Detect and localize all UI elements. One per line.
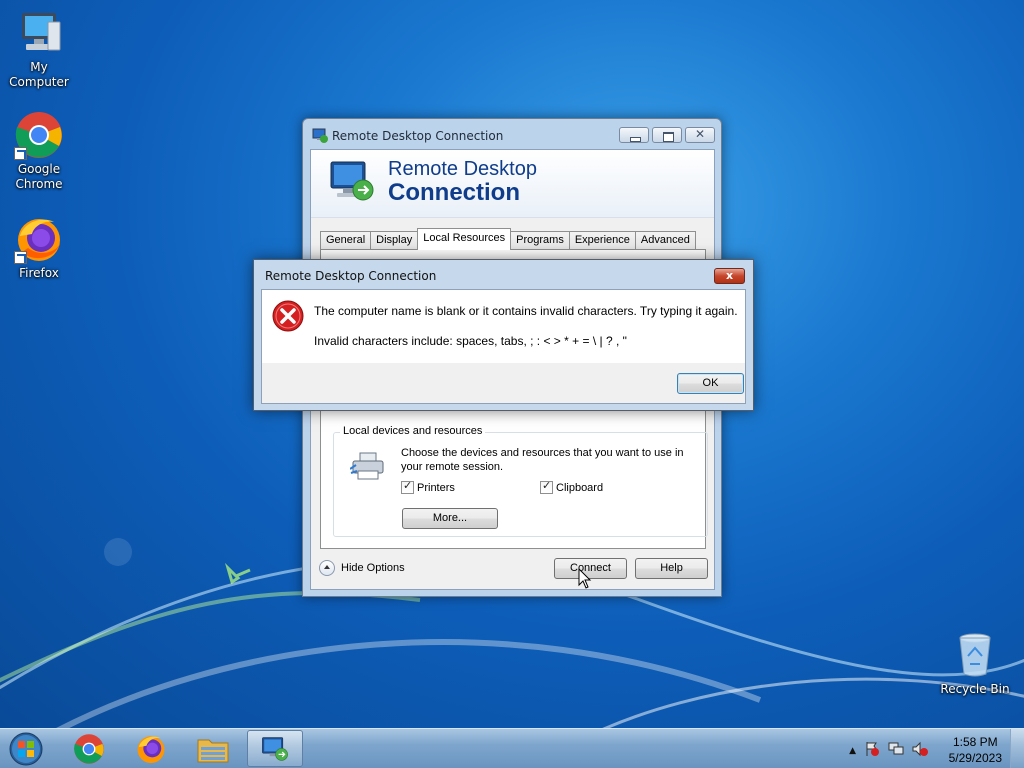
hide-options-toggle[interactable]: Hide Options bbox=[319, 560, 405, 576]
collapse-arrow-icon bbox=[319, 560, 335, 576]
tab-experience[interactable]: Experience bbox=[568, 231, 636, 250]
taskbar-chrome[interactable] bbox=[61, 730, 117, 767]
taskbar-firefox[interactable] bbox=[123, 730, 179, 767]
clock-time: 1:58 PM bbox=[952, 735, 998, 749]
show-desktop-button[interactable] bbox=[1010, 729, 1024, 768]
error-detail: Invalid characters include: spaces, tabs… bbox=[314, 334, 627, 348]
tab-display[interactable]: Display bbox=[370, 231, 419, 250]
tab-strip: General Display Local Resources Programs… bbox=[320, 228, 696, 250]
error-message-area: The computer name is blank or it contain… bbox=[262, 290, 745, 363]
volume-muted-icon[interactable] bbox=[912, 741, 928, 760]
ok-button[interactable]: OK bbox=[677, 373, 744, 394]
folder-icon bbox=[197, 739, 229, 762]
local-devices-group: Local devices and resources Choose the d… bbox=[333, 425, 708, 537]
error-icon bbox=[272, 300, 304, 332]
desktop-icon-firefox[interactable]: Firefox bbox=[0, 214, 78, 281]
group-legend: Local devices and resources bbox=[340, 425, 486, 437]
banner-title-line1: Remote Desktop bbox=[388, 158, 537, 180]
clipboard-label: Clipboard bbox=[556, 481, 604, 494]
desktop-icon-label: My Computer bbox=[9, 60, 69, 89]
taskbar-remote-desktop[interactable] bbox=[247, 730, 303, 767]
mouse-cursor-icon bbox=[578, 568, 592, 589]
firefox-icon bbox=[14, 214, 64, 264]
computer-icon bbox=[14, 8, 64, 58]
clipboard-checkbox[interactable]: Clipboard bbox=[540, 479, 604, 494]
rdc-titlebar[interactable]: Remote Desktop Connection bbox=[303, 119, 721, 149]
printers-checkbox[interactable]: Printers bbox=[401, 479, 455, 494]
error-close-button[interactable]: x bbox=[714, 268, 745, 284]
network-icon[interactable] bbox=[888, 741, 904, 760]
system-tray: ▲ bbox=[849, 741, 928, 760]
start-button[interactable] bbox=[6, 731, 46, 767]
error-dialog-client: The computer name is blank or it contain… bbox=[261, 289, 746, 404]
error-message: The computer name is blank or it contain… bbox=[314, 304, 738, 318]
group-description: Choose the devices and resources that yo… bbox=[401, 447, 684, 473]
tab-local-resources[interactable]: Local Resources bbox=[417, 228, 512, 250]
minimize-button[interactable] bbox=[619, 127, 649, 143]
desktop-icon-label: Google Chrome bbox=[15, 162, 63, 191]
desktop-icon-my-computer[interactable]: My Computer bbox=[0, 8, 78, 90]
action-center-flag-icon[interactable] bbox=[864, 741, 880, 760]
error-dialog-title: Remote Desktop Connection bbox=[265, 269, 437, 283]
remote-desktop-icon bbox=[262, 736, 288, 761]
maximize-button[interactable] bbox=[652, 127, 682, 143]
taskbar: ▲ 1:58 PM 5/29/2023 bbox=[0, 728, 1024, 768]
tab-programs[interactable]: Programs bbox=[510, 231, 570, 250]
chrome-icon bbox=[14, 110, 64, 160]
tab-advanced[interactable]: Advanced bbox=[634, 231, 696, 250]
desktop-icon-recycle-bin[interactable]: Recycle Bin bbox=[936, 630, 1014, 697]
chrome-icon bbox=[74, 733, 104, 764]
checkbox-checked-icon bbox=[401, 479, 414, 494]
clock[interactable]: 1:58 PM 5/29/2023 bbox=[949, 734, 1002, 766]
close-button[interactable] bbox=[685, 127, 715, 143]
help-button[interactable]: Help bbox=[635, 558, 708, 579]
error-dialog: Remote Desktop Connection x The computer… bbox=[253, 259, 754, 411]
devices-icon bbox=[349, 451, 386, 481]
shortcut-arrow-icon bbox=[14, 251, 27, 264]
tab-general[interactable]: General bbox=[320, 231, 372, 250]
hide-options-label: Hide Options bbox=[341, 562, 405, 574]
desktop-icon-google-chrome[interactable]: Google Chrome bbox=[0, 110, 78, 192]
show-hidden-icons-icon[interactable]: ▲ bbox=[849, 746, 856, 756]
shortcut-arrow-icon bbox=[14, 147, 27, 160]
desktop-icon-label: Recycle Bin bbox=[940, 682, 1010, 696]
taskbar-explorer[interactable] bbox=[185, 730, 241, 767]
rdc-banner: Remote Desktop Connection bbox=[311, 150, 714, 218]
remote-desktop-icon bbox=[312, 127, 328, 143]
printers-label: Printers bbox=[417, 481, 455, 494]
banner-title-line2: Connection bbox=[388, 179, 520, 206]
firefox-icon bbox=[137, 735, 165, 763]
recycle-bin-icon bbox=[950, 630, 1000, 680]
desktop-icon-label: Firefox bbox=[19, 266, 59, 280]
checkbox-checked-icon bbox=[540, 479, 553, 494]
rdc-title: Remote Desktop Connection bbox=[332, 129, 504, 143]
more-button[interactable]: More... bbox=[402, 508, 498, 529]
remote-desktop-logo-icon bbox=[327, 156, 377, 206]
clock-date: 5/29/2023 bbox=[948, 751, 1002, 765]
